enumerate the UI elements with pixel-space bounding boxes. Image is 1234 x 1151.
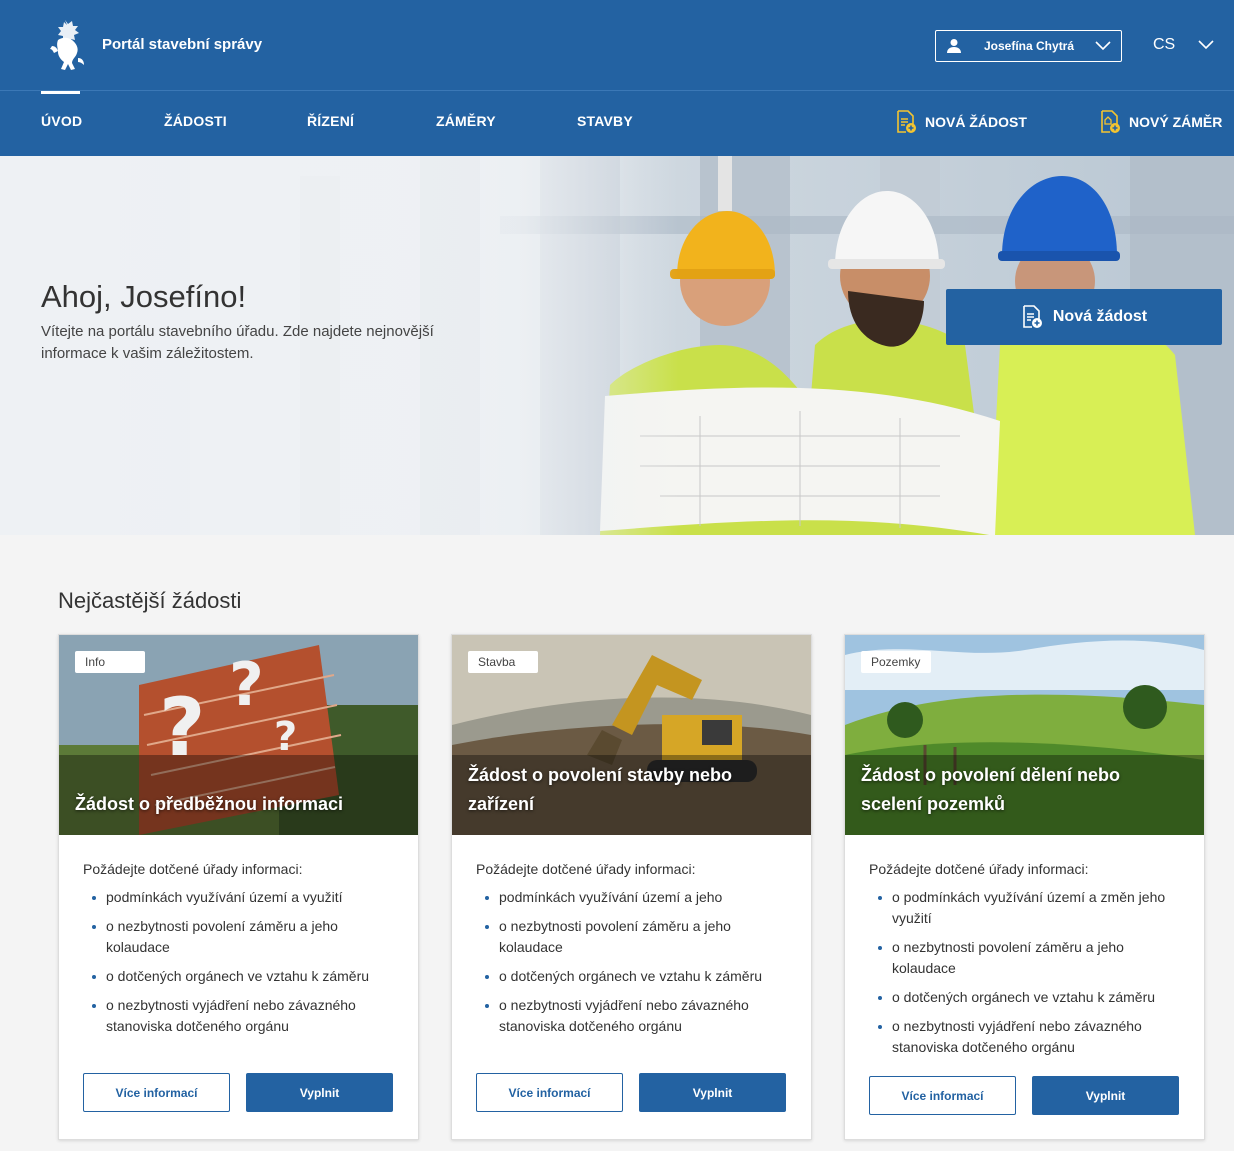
fill-button[interactable]: Vyplnit (246, 1073, 393, 1112)
lion-emblem-icon[interactable] (44, 16, 90, 74)
card-image[interactable]: Stavba Žádost o povolení stavby nebo zař… (452, 635, 811, 835)
new-request-label: NOVÁ ŽÁDOST (925, 114, 1027, 130)
new-document-icon (1023, 305, 1042, 328)
site-header: Portál stavební správy Josefína Chytrá C… (0, 0, 1234, 156)
new-plan-link[interactable]: NOVÝ ZÁMĚR (1099, 110, 1222, 134)
fill-button[interactable]: Vyplnit (639, 1073, 786, 1112)
list-item: podmínkách využívání území a využití (83, 887, 399, 908)
site-title[interactable]: Portál stavební správy (102, 36, 262, 53)
card-title[interactable]: Žádost o předběžnou informaci (75, 790, 395, 819)
fill-button[interactable]: Vyplnit (1032, 1076, 1179, 1115)
card-body: Požádejte dotčené úřady informaci: podmí… (83, 861, 399, 1045)
language-selector[interactable]: CS (1153, 36, 1175, 54)
user-name: Josefína Chytrá (984, 39, 1075, 53)
nav-item-rizeni[interactable]: ŘÍZENÍ (307, 113, 354, 129)
nav-item-zadosti[interactable]: ŽÁDOSTI (164, 113, 227, 129)
card-title[interactable]: Žádost o povolení stavby nebo zařízení (468, 761, 788, 819)
new-request-link[interactable]: NOVÁ ŽÁDOST (895, 110, 1027, 134)
list-item: o nezbytnosti vyjádření nebo závazného s… (83, 995, 399, 1037)
card-list: o podmínkách využívání území a změn jeho… (869, 887, 1185, 1058)
card-tag: Stavba (468, 651, 538, 673)
new-plan-label: NOVÝ ZÁMĚR (1129, 114, 1223, 130)
list-item: o dotčených orgánech ve vztahu k záměru (869, 987, 1185, 1008)
card-intro: Požádejte dotčené úřady informaci: (869, 861, 1089, 877)
user-menu-button[interactable]: Josefína Chytrá (935, 30, 1122, 62)
more-info-button[interactable]: Více informací (476, 1073, 623, 1112)
nav-item-uvod[interactable]: ÚVOD (41, 113, 82, 129)
hero-banner: Ahoj, Josefíno! Vítejte na portálu stave… (0, 156, 1234, 535)
new-request-button[interactable]: Nová žádost (946, 289, 1222, 345)
chevron-down-icon (1095, 41, 1111, 51)
card-intro: Požádejte dotčené úřady informaci: (476, 861, 696, 877)
nav-active-indicator (41, 91, 80, 94)
svg-text:?: ? (274, 714, 297, 760)
hero-title: Ahoj, Josefíno! (41, 279, 247, 314)
list-item: o dotčených orgánech ve vztahu k záměru (476, 966, 792, 987)
card-intro: Požádejte dotčené úřady informaci: (83, 861, 303, 877)
more-info-button[interactable]: Více informací (869, 1076, 1016, 1115)
card-list: podmínkách využívání území a využití o n… (83, 887, 399, 1037)
list-item: podmínkách využívání území a jeho (476, 887, 792, 908)
list-item: o nezbytnosti vyjádření nebo závazného s… (869, 1016, 1185, 1058)
card-list: podmínkách využívání území a jeho o nezb… (476, 887, 792, 1037)
request-card-pozemky: Pozemky Žádost o povolení dělení nebo sc… (844, 634, 1205, 1140)
card-body: Požádejte dotčené úřady informaci: o pod… (869, 861, 1185, 1066)
card-title[interactable]: Žádost o povolení dělení nebo scelení po… (861, 761, 1181, 819)
card-tag: Pozemky (861, 651, 931, 673)
list-item: o nezbytnosti povolení záměru a jeho kol… (476, 916, 792, 958)
nav-item-zamery[interactable]: ZÁMĚRY (436, 113, 496, 129)
card-body: Požádejte dotčené úřady informaci: podmí… (476, 861, 792, 1045)
hero-text: Vítejte na portálu stavebního úřadu. Zde… (41, 323, 434, 362)
nav-item-stavby[interactable]: STAVBY (577, 113, 633, 129)
card-tag: Info (75, 651, 145, 673)
card-image[interactable]: Pozemky Žádost o povolení dělení nebo sc… (845, 635, 1204, 835)
more-info-button[interactable]: Více informací (83, 1073, 230, 1112)
card-image[interactable]: ? ? ? Info Žádost o předběžnou informaci (59, 635, 418, 835)
list-item: o dotčených orgánech ve vztahu k záměru (83, 966, 399, 987)
top-bar: Portál stavební správy Josefína Chytrá C… (0, 0, 1234, 91)
request-card-stavba: Stavba Žádost o povolení stavby nebo zař… (451, 634, 812, 1140)
request-card-info: ? ? ? Info Žádost o předběžnou informaci… (58, 634, 419, 1140)
new-plan-icon (1101, 110, 1120, 133)
list-item: o nezbytnosti povolení záměru a jeho kol… (83, 916, 399, 958)
list-item: o nezbytnosti vyjádření nebo závazného s… (476, 995, 792, 1037)
list-item: o podmínkách využívání území a změn jeho… (869, 887, 1185, 929)
chevron-down-icon[interactable] (1198, 40, 1214, 50)
list-item: o nezbytnosti povolení záměru a jeho kol… (869, 937, 1185, 979)
new-document-icon (897, 110, 916, 133)
section-title: Nejčastější žádosti (58, 588, 242, 613)
svg-text:?: ? (229, 650, 264, 720)
user-icon (947, 39, 961, 53)
new-request-button-label: Nová žádost (1052, 308, 1148, 325)
